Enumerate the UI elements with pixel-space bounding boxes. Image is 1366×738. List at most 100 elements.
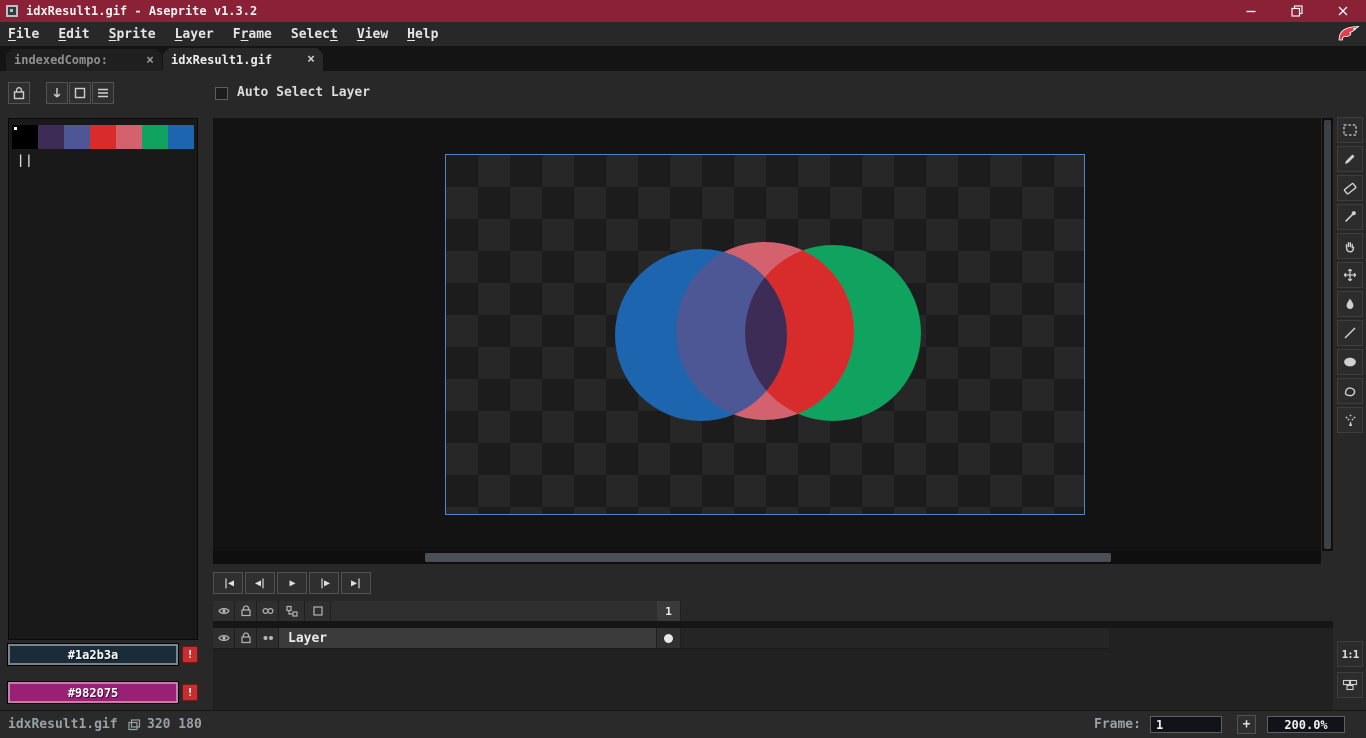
background-color-warning-icon[interactable]: !	[182, 684, 198, 701]
menu-edit[interactable]: Edit	[58, 27, 89, 42]
rectangular-marquee-tool[interactable]	[1337, 117, 1363, 143]
tiled-mode-button[interactable]	[1337, 672, 1363, 698]
palette-presets-button[interactable]	[69, 82, 91, 104]
palette-swatch-1[interactable]	[38, 125, 64, 149]
foreground-color-hex: #1a2b3a	[67, 647, 119, 662]
frame-box-icon	[312, 606, 323, 616]
eye-icon	[217, 608, 230, 614]
line-tool[interactable]	[1337, 320, 1363, 346]
frame-1-header[interactable]: 1	[657, 601, 681, 621]
auto-select-layer-checkbox[interactable]	[215, 87, 228, 100]
hamburger-icon	[98, 88, 108, 98]
layer-visibility-toggle[interactable]	[213, 628, 235, 649]
tab-close-icon[interactable]: ×	[307, 52, 315, 67]
timeline-options-button[interactable]	[279, 601, 305, 621]
marquee-icon	[1343, 124, 1357, 136]
foreground-color-warning-icon[interactable]: !	[182, 646, 198, 663]
lock-icon	[240, 632, 251, 644]
timeline-grid-button[interactable]	[305, 601, 331, 621]
frame-number-input[interactable]: 1	[1150, 716, 1222, 733]
cel-frame-1[interactable]	[657, 628, 681, 649]
transparent-marker-dot	[14, 127, 17, 130]
menu-view[interactable]: View	[357, 27, 388, 42]
close-button[interactable]	[1320, 0, 1366, 22]
zoom-level-input[interactable]: 200.0%	[1267, 716, 1345, 733]
statusbar-canvas-size: 320 180	[147, 717, 202, 732]
line-icon	[1344, 327, 1356, 339]
sprite-canvas[interactable]	[446, 155, 1084, 514]
layer-lock-toggle[interactable]	[235, 628, 257, 649]
go-first-frame-button[interactable]: |◀	[213, 572, 243, 594]
paint-bucket-tool[interactable]	[1337, 291, 1363, 317]
palette-swatch-5[interactable]	[142, 125, 168, 149]
play-button[interactable]: ▶	[277, 572, 307, 594]
minimize-button[interactable]	[1228, 0, 1274, 22]
palette-swatch-6[interactable]	[168, 125, 194, 149]
droplet-icon	[1346, 298, 1354, 309]
layer-row[interactable]: Layer	[213, 628, 1109, 649]
toggle-all-lock-button[interactable]	[235, 601, 257, 621]
menu-layer[interactable]: Layer	[175, 27, 214, 42]
statusbar-filename: idxResult1.gif	[8, 717, 118, 732]
timeline-separator	[213, 621, 1333, 628]
foreground-color-box[interactable]: #1a2b3a	[8, 644, 178, 665]
zoom-1-1-button[interactable]: 1:1	[1337, 641, 1363, 667]
palette-swatch-3[interactable]	[90, 125, 116, 149]
menu-help[interactable]: Help	[407, 27, 438, 42]
palette-swatch-row	[12, 125, 194, 149]
lock-icon	[240, 605, 251, 617]
tab-indexedcompo[interactable]: indexedCompo: ×	[6, 49, 162, 71]
menu-file[interactable]: File	[8, 27, 39, 42]
eraser-icon	[1343, 182, 1357, 195]
contour-tool[interactable]	[1337, 378, 1363, 404]
restore-button[interactable]	[1274, 0, 1320, 22]
app-icon	[6, 5, 18, 17]
timeline-header	[213, 601, 657, 621]
menu-frame[interactable]: Frame	[233, 27, 272, 42]
minimize-icon	[1246, 10, 1256, 13]
layer-name[interactable]: Layer	[279, 628, 657, 649]
hand-tool[interactable]	[1337, 233, 1363, 259]
previous-frame-button[interactable]: ◀|	[245, 572, 275, 594]
tab-close-icon[interactable]: ×	[146, 53, 154, 68]
palette-menu-button[interactable]	[92, 82, 114, 104]
vertical-scrollbar-thumb[interactable]	[1324, 120, 1331, 549]
add-frame-button[interactable]: +	[1237, 715, 1256, 734]
palette-lock-button[interactable]	[8, 82, 30, 104]
palette-swatch-4[interactable]	[116, 125, 142, 149]
layers-flow-icon	[285, 605, 298, 617]
frame-label: Frame:	[1094, 717, 1141, 732]
background-color-box[interactable]: #982075	[8, 682, 178, 703]
tab-idxresult1[interactable]: idxResult1.gif ×	[163, 48, 323, 71]
vertical-scrollbar[interactable]	[1322, 118, 1333, 551]
statusbar: idxResult1.gif 320 180 Frame: 1 + 200.0%	[0, 710, 1366, 738]
go-last-frame-button[interactable]: ▶|	[341, 572, 371, 594]
eye-icon	[217, 635, 230, 641]
eraser-tool[interactable]	[1337, 175, 1363, 201]
move-tool[interactable]	[1337, 262, 1363, 288]
tabstrip: indexedCompo: × idxResult1.gif ×	[0, 46, 1366, 71]
menu-sprite[interactable]: Sprite	[109, 27, 156, 42]
close-icon	[1338, 6, 1348, 16]
spray-tool[interactable]	[1337, 407, 1363, 433]
pencil-icon	[1345, 154, 1355, 164]
horizontal-scrollbar[interactable]	[213, 551, 1321, 564]
ellipse-tool[interactable]	[1337, 349, 1363, 375]
toggle-all-visibility-button[interactable]	[213, 601, 235, 621]
onion-skin-button[interactable]	[257, 601, 279, 621]
pencil-tool[interactable]	[1337, 146, 1363, 172]
window-title: idxResult1.gif - Aseprite v1.3.2	[26, 4, 258, 18]
palette-sort-button[interactable]	[46, 82, 68, 104]
layer-continuous-toggle[interactable]	[257, 628, 279, 649]
horizontal-scrollbar-thumb[interactable]	[425, 553, 1111, 562]
timeline-row-filler	[681, 628, 1109, 649]
timeline: 1 Layer	[213, 601, 1333, 710]
titlebar[interactable]: idxResult1.gif - Aseprite v1.3.2	[0, 0, 1366, 22]
palette-swatch-0[interactable]	[12, 125, 38, 149]
eyedropper-tool[interactable]	[1337, 204, 1363, 230]
menu-select[interactable]: Select	[291, 27, 338, 42]
onion-skin-icon	[261, 607, 274, 615]
palette-swatch-2[interactable]	[64, 125, 90, 149]
next-frame-button[interactable]: |▶	[309, 572, 339, 594]
canvas-editor[interactable]	[213, 118, 1321, 551]
